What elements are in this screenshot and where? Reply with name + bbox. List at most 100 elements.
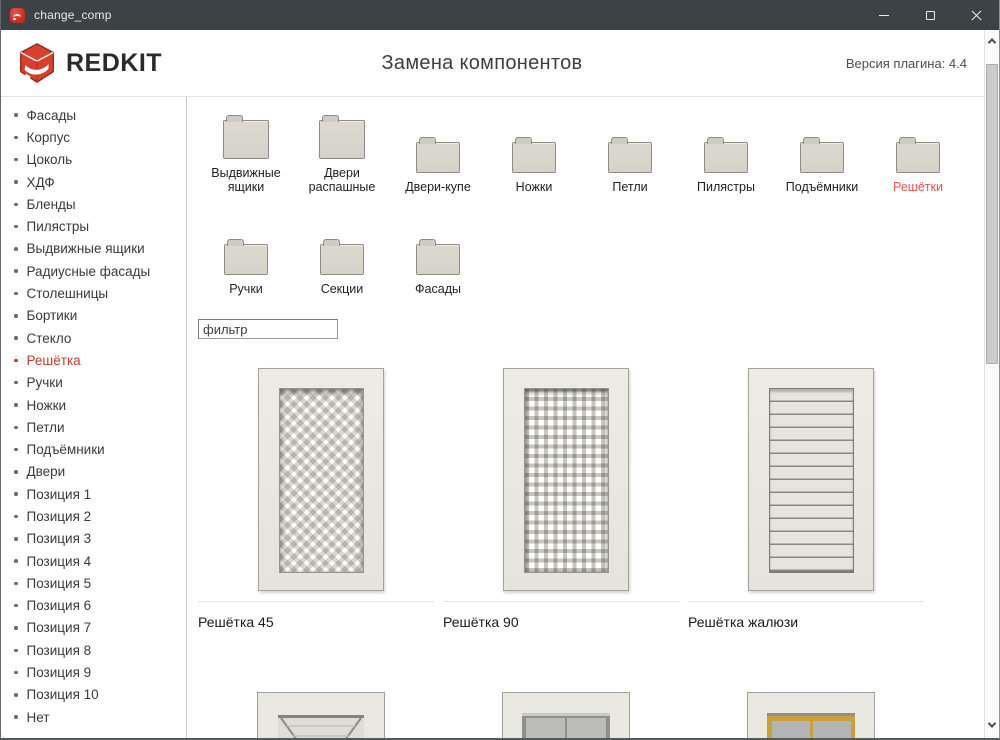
grille-pattern-louvers — [769, 388, 854, 573]
sidebar-item[interactable]: Нет — [1, 706, 186, 728]
tile-item[interactable]: Решётка 45 — [198, 357, 443, 630]
sidebar-item-label: Пилястры — [27, 219, 90, 234]
sidebar-item[interactable]: Позиция 2 — [1, 505, 186, 527]
plugin-version: Версия плагина: 4.4 — [846, 56, 975, 71]
bullet-icon — [14, 247, 18, 251]
folder-icon — [319, 120, 365, 159]
grille-frame — [503, 368, 629, 591]
brand-name: REDKIT — [66, 49, 162, 78]
folder-icon — [223, 120, 269, 159]
sidebar-item[interactable]: Позиция 10 — [1, 684, 186, 706]
sidebar-item-label: Бленды — [27, 197, 76, 212]
folder-icon — [800, 142, 844, 173]
sidebar-item[interactable]: Бортики — [1, 305, 186, 327]
folder-label: Двери-купе — [405, 180, 471, 195]
bullet-icon — [14, 225, 18, 229]
sidebar-item[interactable]: Подъёмники — [1, 438, 186, 460]
folder-item[interactable]: Двери-купе — [390, 109, 486, 195]
sidebar-item[interactable]: Радиусные фасады — [1, 260, 186, 282]
sidebar-item[interactable]: Решётка — [1, 349, 186, 371]
close-button[interactable] — [953, 0, 999, 30]
bullet-icon — [14, 359, 18, 363]
bullet-icon — [14, 158, 18, 162]
folder-item[interactable]: Ручки — [198, 211, 294, 297]
tile-preview — [198, 357, 443, 601]
vertical-scrollbar[interactable] — [984, 30, 999, 738]
tile-partial-1[interactable] — [198, 692, 443, 740]
sidebar-item[interactable]: Бленды — [1, 193, 186, 215]
sidebar-item[interactable]: Позиция 7 — [1, 617, 186, 639]
bullet-icon — [14, 515, 18, 519]
grille-gray-panels-thumbnail-icon — [502, 692, 630, 740]
sidebar-item[interactable]: Фасады — [1, 104, 186, 126]
folder-item[interactable]: Подъёмники — [774, 109, 870, 195]
maximize-button[interactable] — [907, 0, 953, 30]
sidebar-item-label: Бортики — [27, 308, 78, 323]
folder-item[interactable]: Петли — [582, 109, 678, 195]
folder-item[interactable]: Решётки — [870, 109, 966, 195]
bullet-icon — [14, 136, 18, 140]
sidebar-item-label: Ножки — [27, 398, 67, 413]
chevron-down-icon — [988, 719, 996, 727]
sidebar-item-label: Радиусные фасады — [27, 264, 151, 279]
sidebar-item[interactable]: Выдвижные ящики — [1, 238, 186, 260]
sidebar-item[interactable]: Ножки — [1, 394, 186, 416]
folder-label: Решётки — [893, 180, 943, 195]
sidebar-item[interactable]: Двери — [1, 461, 186, 483]
tiles-row-partial — [198, 692, 999, 740]
sidebar-item[interactable]: Цоколь — [1, 149, 186, 171]
sidebar-item[interactable]: Позиция 1 — [1, 483, 186, 505]
folder-item[interactable]: Пилястры — [678, 109, 774, 195]
folder-icon — [224, 244, 268, 275]
scroll-up-button[interactable] — [985, 32, 999, 50]
sidebar-item[interactable]: ХДФ — [1, 171, 186, 193]
sidebar-item[interactable]: Позиция 4 — [1, 550, 186, 572]
folder-label: Пилястры — [697, 180, 755, 195]
sidebar-item-label: Позиция 10 — [27, 687, 99, 702]
tile-item[interactable]: Решётка 90 — [443, 357, 688, 630]
filter-input[interactable] — [198, 319, 338, 339]
tile-partial-3[interactable] — [688, 692, 933, 740]
folder-label: Подъёмники — [786, 180, 858, 195]
sidebar-item[interactable]: Позиция 6 — [1, 595, 186, 617]
sidebar-item[interactable]: Позиция 3 — [1, 528, 186, 550]
sidebar-item-label: Фасады — [27, 108, 77, 123]
scroll-down-button[interactable] — [985, 716, 999, 734]
sidebar-item[interactable]: Позиция 9 — [1, 661, 186, 683]
bullet-icon — [14, 492, 18, 496]
grille-gold-panels-thumbnail-icon — [747, 692, 875, 740]
folder-item[interactable]: Двери распашные — [294, 109, 390, 195]
bullet-icon — [14, 113, 18, 117]
minimize-button[interactable] — [861, 0, 907, 30]
sidebar-item[interactable]: Пилястры — [1, 215, 186, 237]
scrollbar-thumb[interactable] — [986, 64, 998, 364]
bullet-icon — [14, 269, 18, 273]
sidebar-item[interactable]: Петли — [1, 416, 186, 438]
bullet-icon — [14, 715, 18, 719]
bullet-icon — [14, 381, 18, 385]
sidebar-item-label: Ручки — [27, 375, 63, 390]
sidebar-item[interactable]: Позиция 8 — [1, 639, 186, 661]
sidebar-item[interactable]: Стекло — [1, 327, 186, 349]
tile-item[interactable]: Решётка жалюзи — [688, 357, 933, 630]
tile-partial-2[interactable] — [443, 692, 688, 740]
folder-icon — [416, 244, 460, 275]
folder-item[interactable]: Фасады — [390, 211, 486, 297]
sidebar-item-label: Столешницы — [27, 286, 109, 301]
folder-item[interactable]: Ножки — [486, 109, 582, 195]
sidebar-item-label: Цоколь — [27, 152, 73, 167]
folder-item[interactable]: Секции — [294, 211, 390, 297]
sidebar-item[interactable]: Позиция 5 — [1, 572, 186, 594]
folder-label: Секции — [321, 282, 364, 297]
maximize-icon — [926, 11, 935, 20]
main-panel: Выдвижные ящикиДвери распашные Двери-купе… — [187, 97, 999, 740]
folder-icon — [608, 142, 652, 173]
bullet-icon — [14, 203, 18, 207]
sidebar-item[interactable]: Ручки — [1, 372, 186, 394]
sidebar-item[interactable]: Столешницы — [1, 282, 186, 304]
minimize-icon — [879, 15, 889, 16]
window-title: change_comp — [34, 8, 112, 22]
sidebar-item[interactable]: Корпус — [1, 126, 186, 148]
sidebar-item-label: Выдвижные ящики — [27, 241, 145, 256]
folder-item[interactable]: Выдвижные ящики — [198, 109, 294, 195]
